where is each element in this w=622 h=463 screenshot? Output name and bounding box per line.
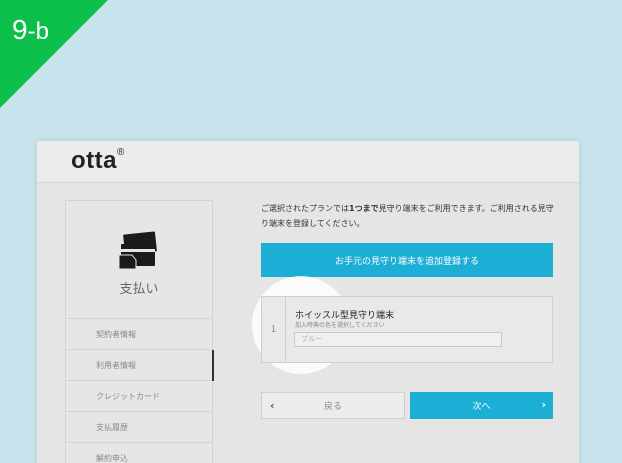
sidebar-header: 支払い (66, 201, 212, 319)
plan-notice: ご選択されたプランでは1つまで見守り端末をご利用できます。ご利用される見守り端末… (261, 204, 554, 228)
sidebar-item-user[interactable]: 利用者情報 (66, 350, 214, 381)
otta-logo[interactable]: otta® (71, 147, 125, 175)
sidebar-item-payment-history[interactable]: 支払履歴 (66, 412, 212, 443)
card-payment-icon (118, 231, 157, 270)
chevron-right-icon: › (541, 398, 546, 411)
device-card: 1 ホイッスル型見守り端末 加入時典の色を選択してください ブルー (261, 296, 553, 363)
app-window: otta® 支払い 契約者情報 利用者情報 クレジットカード 支払履歴 解約申込… (37, 141, 579, 463)
sidebar-section-title: 支払い (119, 282, 159, 297)
sidebar-item-contractor[interactable]: 契約者情報 (66, 319, 212, 350)
next-button[interactable]: 次へ › (410, 392, 553, 419)
sidebar-item-cancel[interactable]: 解約申込 (66, 443, 212, 463)
sidebar: 支払い 契約者情報 利用者情報 クレジットカード 支払履歴 解約申込 (65, 200, 214, 463)
header: otta® (37, 141, 579, 183)
add-device-button[interactable]: お手元の見守り端末を追加登録する (261, 243, 553, 277)
step-label: 9-b (12, 14, 49, 45)
back-button[interactable]: ‹ 戻る (261, 392, 405, 419)
sidebar-item-credit-card[interactable]: クレジットカード (66, 381, 212, 412)
chevron-left-icon: ‹ (270, 399, 275, 412)
back-button-label: 戻る (323, 402, 342, 412)
device-index: 1 (262, 297, 286, 362)
device-color-select[interactable]: ブルー (294, 332, 502, 347)
next-button-label: 次へ (472, 402, 491, 412)
device-subtitle: 加入時典の色を選択してください (295, 322, 385, 329)
